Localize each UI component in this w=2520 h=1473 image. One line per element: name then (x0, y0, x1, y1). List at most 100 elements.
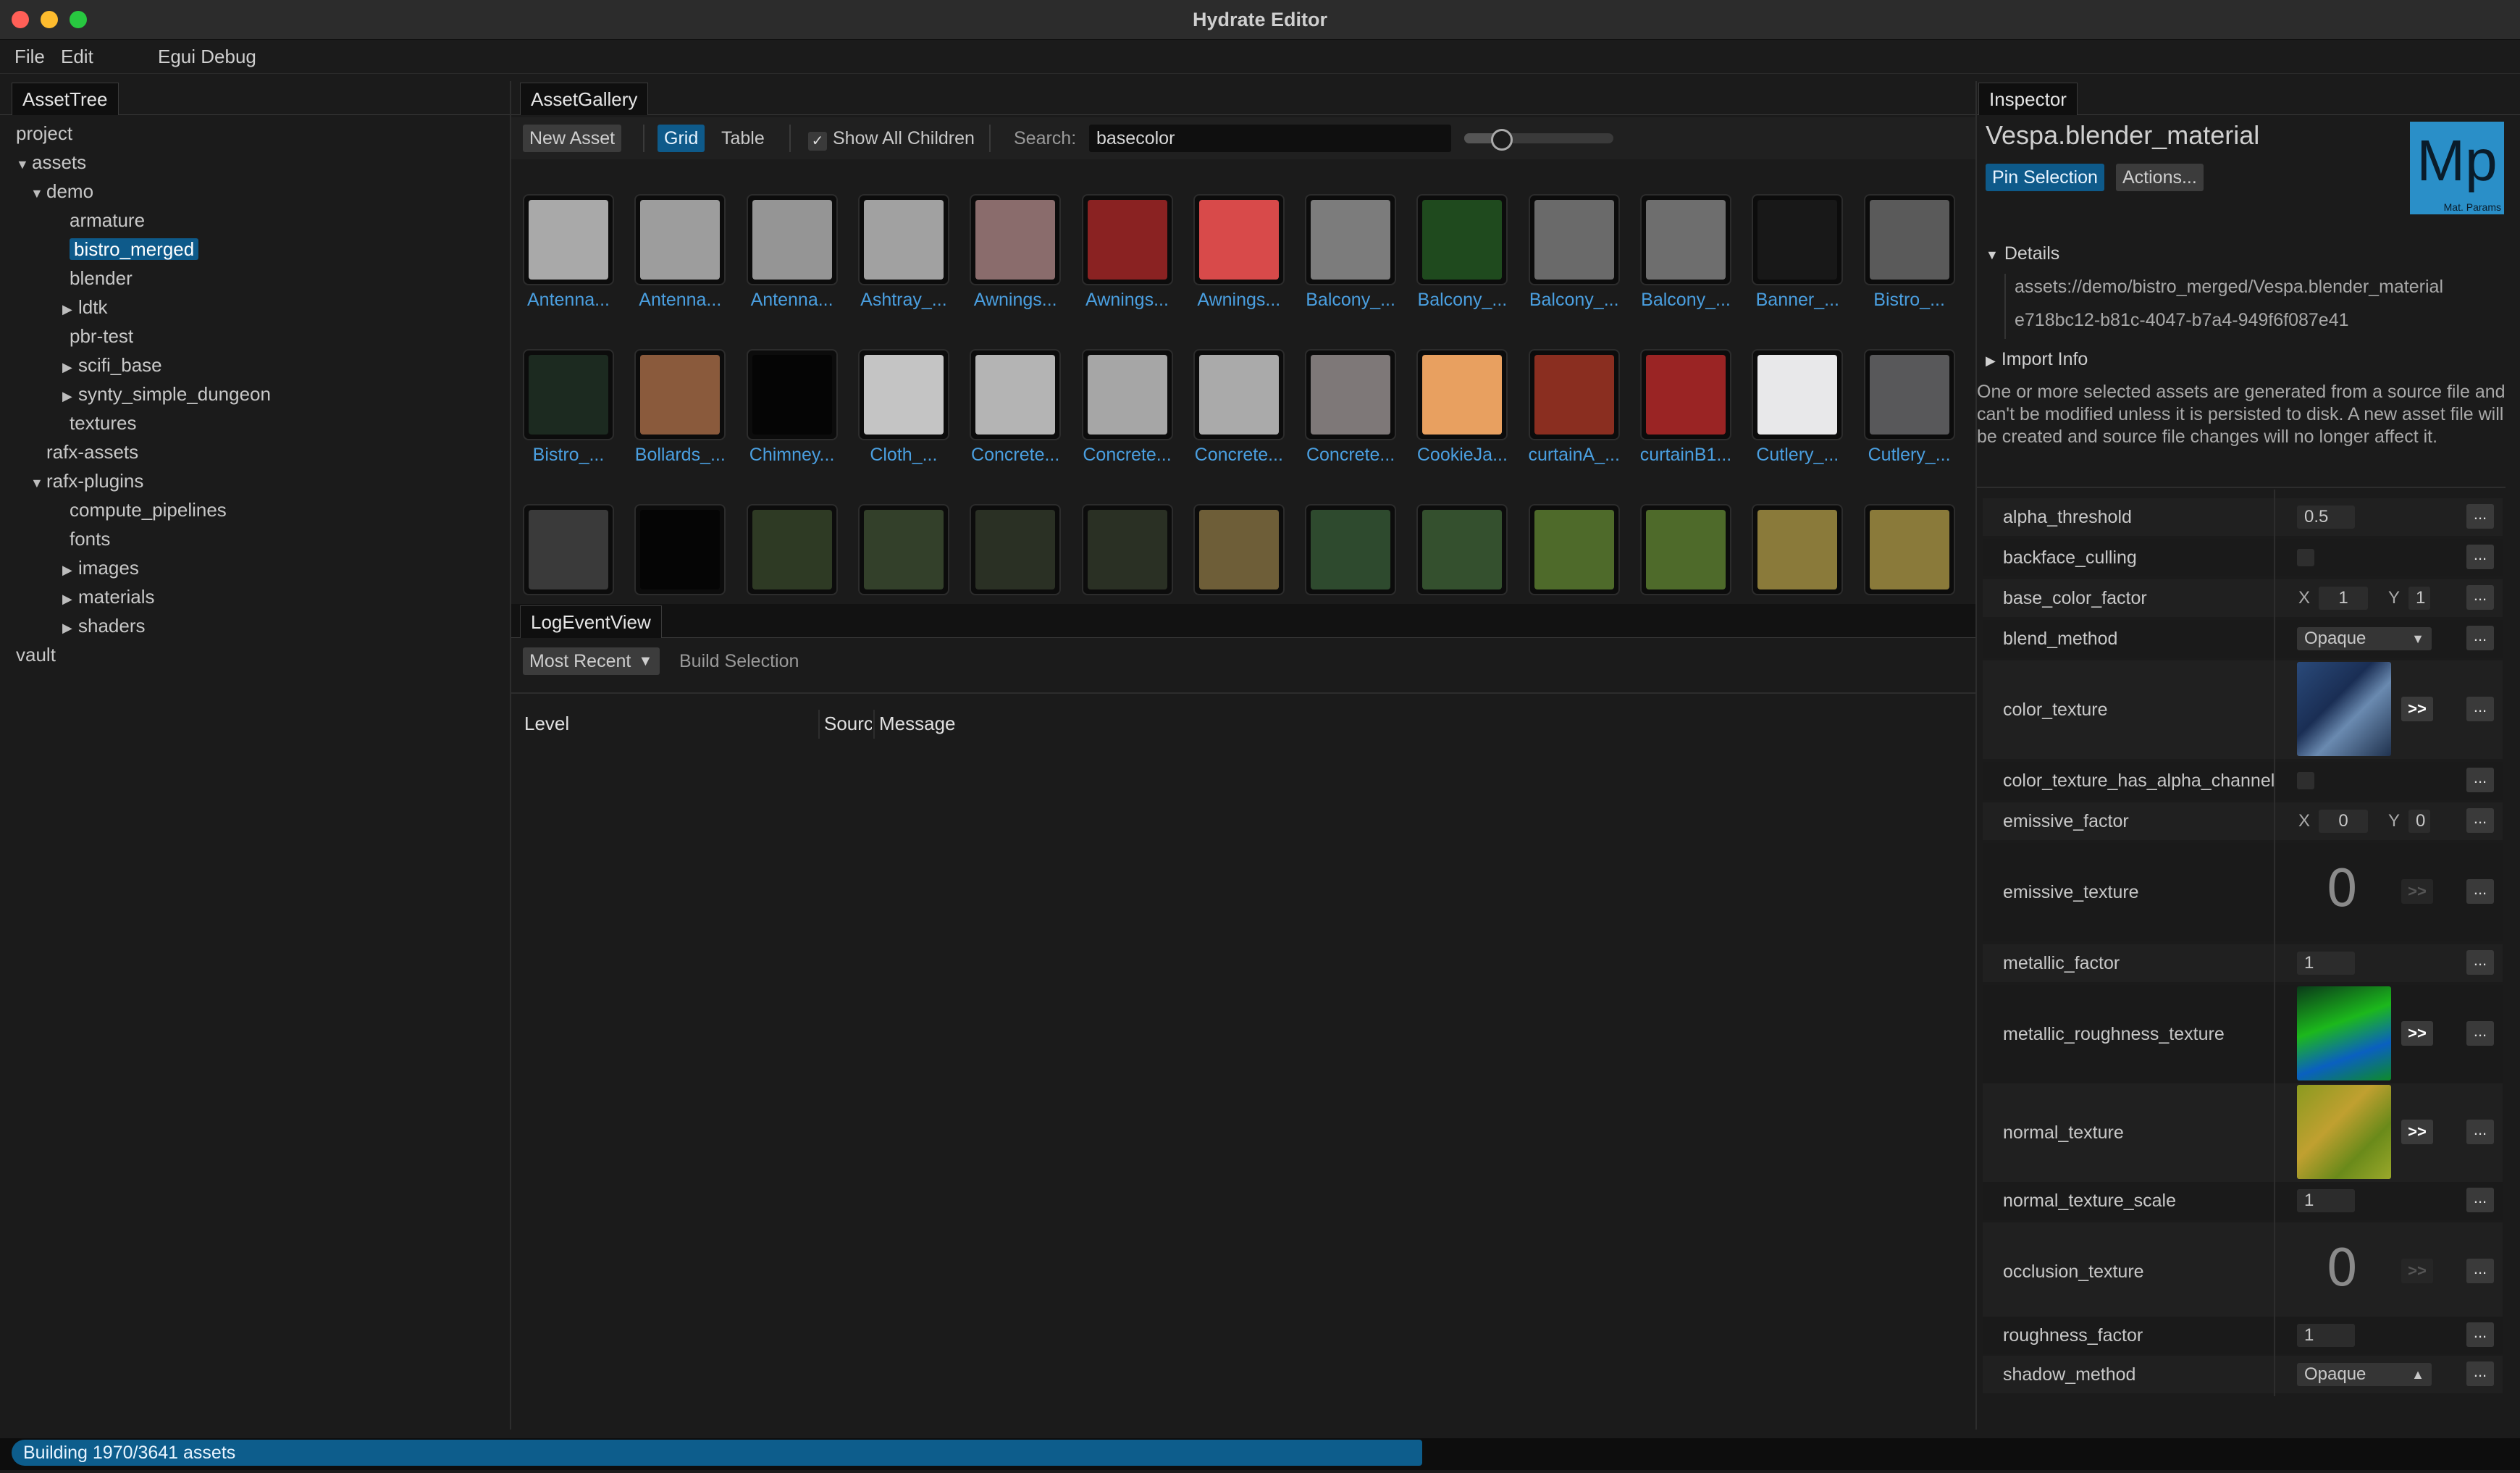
asset-thumbnail[interactable] (1528, 504, 1620, 595)
chevron-down-icon[interactable]: ▼ (16, 150, 32, 179)
asset-thumbnail[interactable] (1081, 349, 1173, 440)
asset-name-label[interactable]: Chimney... (738, 445, 847, 466)
asset-name-label[interactable]: Balcony_... (1631, 290, 1740, 311)
asset-thumbnail[interactable] (1416, 349, 1508, 440)
emissive-texture-go-button[interactable]: >> (2401, 879, 2433, 904)
asset-thumbnail[interactable] (857, 194, 949, 285)
base-color-y-input[interactable]: 1 (2408, 587, 2430, 610)
zoom-slider-handle[interactable] (1491, 129, 1513, 151)
tree-item[interactable]: blender (70, 264, 133, 293)
blend-method-select[interactable]: Opaque ▼ (2297, 627, 2432, 650)
asset-name-label[interactable]: Awnings... (1073, 290, 1182, 311)
asset-name-label[interactable]: Balcony_... (1408, 290, 1516, 311)
tree-item[interactable]: pbr-test (70, 322, 133, 351)
asset-thumbnail[interactable] (1305, 349, 1397, 440)
emissive-texture-more-button[interactable]: ... (2466, 879, 2494, 904)
base-color-x-input[interactable]: 1 (2319, 587, 2368, 610)
emissive-x-input[interactable]: 0 (2319, 810, 2368, 833)
tree-item[interactable]: compute_pipelines (70, 495, 227, 524)
tab-inspector[interactable]: Inspector (1978, 83, 2078, 115)
metallic-factor-input[interactable]: 1 (2297, 952, 2355, 975)
chevron-down-icon[interactable]: ▼ (30, 469, 46, 498)
color-texture-has-alpha-checkbox[interactable] (2297, 772, 2314, 789)
column-divider[interactable] (873, 710, 875, 739)
asset-name-label[interactable]: CookieJa... (1408, 445, 1516, 466)
alpha-threshold-more-button[interactable]: ... (2466, 504, 2494, 529)
asset-name-label[interactable]: Concrete... (961, 445, 1070, 466)
asset-thumbnail[interactable] (1863, 194, 1955, 285)
blend-method-more-button[interactable]: ... (2466, 626, 2494, 650)
tree-item[interactable]: ▶ scifi_base (62, 351, 162, 379)
metallic-roughness-texture-more-button[interactable]: ... (2466, 1021, 2494, 1046)
asset-name-label[interactable]: Bollards_... (626, 445, 734, 466)
asset-name-label[interactable]: Awnings... (961, 290, 1070, 311)
column-divider[interactable] (818, 710, 820, 739)
asset-name-label[interactable]: Antenna... (626, 290, 734, 311)
chevron-right-icon[interactable]: ▶ (62, 584, 78, 613)
occlusion-texture-more-button[interactable]: ... (2466, 1259, 2494, 1283)
asset-thumbnail[interactable] (1752, 504, 1844, 595)
asset-thumbnail[interactable] (746, 194, 838, 285)
asset-name-label[interactable]: Concrete... (1073, 445, 1182, 466)
asset-thumbnail[interactable] (634, 194, 726, 285)
asset-thumbnail[interactable] (1193, 349, 1285, 440)
asset-thumbnail[interactable] (1528, 349, 1620, 440)
tree-item[interactable]: ▼ assets (16, 148, 86, 177)
shadow-method-more-button[interactable]: ... (2466, 1361, 2494, 1386)
tree-item[interactable]: ▼ demo (30, 177, 93, 206)
asset-name-label[interactable]: Concrete... (1185, 445, 1293, 466)
metallic-factor-more-button[interactable]: ... (2466, 950, 2494, 975)
asset-thumbnail[interactable] (857, 349, 949, 440)
log-filter-dropdown[interactable]: Most Recent ▼ (523, 647, 660, 675)
asset-thumbnail[interactable] (1863, 504, 1955, 595)
tree-item[interactable]: fonts (70, 524, 110, 553)
chevron-right-icon[interactable]: ▶ (62, 353, 78, 382)
tree-item[interactable]: ▶ synty_simple_dungeon (62, 379, 271, 408)
asset-thumbnail[interactable] (1305, 194, 1397, 285)
asset-thumbnail[interactable] (523, 194, 614, 285)
asset-thumbnail[interactable] (970, 349, 1062, 440)
asset-name-label[interactable]: curtainB1... (1631, 445, 1740, 466)
asset-name-label[interactable]: Balcony_... (1296, 290, 1405, 311)
normal-texture-scale-input[interactable]: 1 (2297, 1189, 2355, 1212)
asset-name-label[interactable]: curtainA_... (1520, 445, 1629, 466)
tree-item[interactable]: vault (16, 640, 56, 669)
emissive-factor-more-button[interactable]: ... (2466, 808, 2494, 833)
asset-thumbnail[interactable] (857, 504, 949, 595)
asset-thumbnail[interactable] (1640, 349, 1731, 440)
asset-name-label[interactable]: Cutlery_... (1743, 445, 1852, 466)
table-view-button[interactable]: Table (721, 125, 765, 152)
color-texture-more-button[interactable]: ... (2466, 697, 2494, 721)
build-selection-button[interactable]: Build Selection (679, 647, 799, 675)
tree-item[interactable]: ▶ ldtk (62, 293, 107, 322)
asset-thumbnail[interactable] (1081, 194, 1173, 285)
asset-thumbnail[interactable] (1863, 349, 1955, 440)
normal-texture-preview[interactable] (2297, 1085, 2391, 1179)
pin-selection-button[interactable]: Pin Selection (1986, 164, 2104, 191)
asset-thumbnail[interactable] (970, 504, 1062, 595)
asset-thumbnail[interactable] (1193, 194, 1285, 285)
backface-culling-more-button[interactable]: ... (2466, 545, 2494, 569)
emissive-y-input[interactable]: 0 (2408, 810, 2430, 833)
grid-view-button[interactable]: Grid (658, 125, 705, 152)
occlusion-texture-go-button[interactable]: >> (2401, 1259, 2433, 1283)
tree-item[interactable]: ▶ images (62, 553, 139, 582)
log-column-source[interactable]: Sourc (824, 710, 872, 737)
normal-texture-more-button[interactable]: ... (2466, 1120, 2494, 1144)
asset-name-label[interactable]: Banner_... (1743, 290, 1852, 311)
empty-texture-icon[interactable]: 0 (2326, 1238, 2359, 1298)
asset-thumbnail[interactable] (1640, 504, 1731, 595)
asset-thumbnail[interactable] (746, 504, 838, 595)
asset-thumbnail[interactable] (1752, 194, 1844, 285)
metallic-roughness-texture-go-button[interactable]: >> (2401, 1021, 2433, 1046)
alpha-threshold-input[interactable]: 0.5 (2297, 505, 2355, 529)
asset-thumbnail[interactable] (970, 194, 1062, 285)
color-texture-preview[interactable] (2297, 662, 2391, 756)
color-texture-go-button[interactable]: >> (2401, 697, 2433, 721)
asset-name-label[interactable]: Cloth_... (849, 445, 958, 466)
asset-thumbnail[interactable] (523, 349, 614, 440)
asset-thumbnail[interactable] (1081, 504, 1173, 595)
tree-item[interactable]: armature (70, 206, 145, 235)
normal-texture-go-button[interactable]: >> (2401, 1120, 2433, 1144)
new-asset-button[interactable]: New Asset (523, 125, 622, 152)
